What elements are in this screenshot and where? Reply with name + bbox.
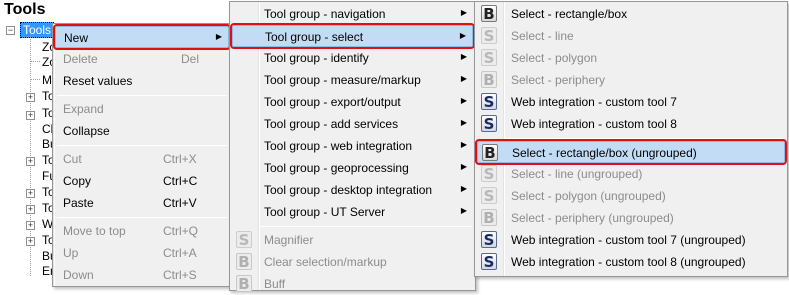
menu-item-web-integration-custom-tool-7-ungrouped[interactable]: S Web integration - custom tool 7 (ungro…: [477, 229, 785, 251]
tool-b-icon: B: [481, 209, 497, 227]
select-submenu: B Select - rectangle/box S Select - line…: [474, 1, 788, 277]
tool-s-icon: S: [481, 49, 497, 67]
menu-item-web-integration-custom-tool-8-ungrouped[interactable]: S Web integration - custom tool 8 (ungro…: [477, 251, 785, 273]
menu-item-reset-values[interactable]: Reset values: [55, 70, 229, 92]
menu-item-select-line-ungrouped[interactable]: S Select - line (ungrouped): [477, 163, 785, 185]
submenu-arrow-icon: ▶: [460, 140, 467, 149]
tool-b-icon: B: [481, 71, 497, 89]
submenu-arrow-icon: ▶: [460, 96, 467, 105]
tool-b-icon: B: [481, 5, 497, 23]
menu-item-collapse[interactable]: Collapse: [55, 120, 229, 142]
menu-separator: [505, 138, 783, 139]
menu-item-cut[interactable]: Cut Ctrl+X: [55, 148, 229, 170]
tree-root[interactable]: Tools: [20, 22, 55, 38]
menu-item-magnifier[interactable]: S Magnifier: [232, 229, 473, 251]
menu-item-tool-group-desktop-integration[interactable]: Tool group - desktop integration ▶: [232, 179, 473, 201]
menu-item-delete[interactable]: Delete Del: [55, 48, 229, 70]
menu-item-tool-group-add-services[interactable]: Tool group - add services ▶: [232, 113, 473, 135]
menu-item-tool-group-navigation[interactable]: Tool group - navigation ▶: [232, 3, 473, 25]
menu-item-select-polygon-ungrouped[interactable]: S Select - polygon (ungrouped): [477, 185, 785, 207]
menu-item-copy[interactable]: Copy Ctrl+C: [55, 170, 229, 192]
menu-item-down[interactable]: Down Ctrl+S: [55, 264, 229, 286]
new-submenu: Tool group - navigation ▶ Tool group - s…: [229, 1, 476, 293]
menu-item-tool-group-identify[interactable]: Tool group - identify ▶: [232, 47, 473, 69]
menu-item-move-to-top[interactable]: Move to top Ctrl+Q: [55, 220, 229, 242]
menu-item-select-rectangle-box-ungrouped[interactable]: B Select - rectangle/box (ungrouped): [475, 139, 787, 165]
menu-item-paste[interactable]: Paste Ctrl+V: [55, 192, 229, 214]
tool-b-icon: B: [236, 253, 252, 271]
tool-s-icon: S: [481, 187, 497, 205]
menu-item-tool-group-web-integration[interactable]: Tool group - web integration ▶: [232, 135, 473, 157]
panel-title: Tools: [4, 1, 46, 18]
menu-item-web-integration-custom-tool-7[interactable]: S Web integration - custom tool 7: [477, 91, 785, 113]
menu-item-select-periphery-ungrouped[interactable]: B Select - periphery (ungrouped): [477, 207, 785, 229]
tool-s-icon: S: [236, 231, 252, 249]
expand-icon[interactable]: +: [26, 237, 35, 246]
expand-icon[interactable]: +: [26, 157, 35, 166]
tool-s-icon: S: [481, 115, 497, 133]
submenu-arrow-icon: ▶: [460, 184, 467, 193]
menu-item-tool-group-geoprocessing[interactable]: Tool group - geoprocessing ▶: [232, 157, 473, 179]
menu-item-tool-group-measure-markup[interactable]: Tool group - measure/markup ▶: [232, 69, 473, 91]
menu-separator: [57, 95, 227, 96]
menu-item-up[interactable]: Up Ctrl+A: [55, 242, 229, 264]
menu-item-clear-selection-markup[interactable]: B Clear selection/markup: [232, 251, 473, 273]
expand-icon[interactable]: +: [26, 111, 35, 120]
menu-item-new[interactable]: New ▶: [53, 24, 231, 50]
menu-item-buff[interactable]: B Buff: [232, 273, 473, 295]
menu-item-select-periphery[interactable]: B Select - periphery: [477, 69, 785, 91]
tool-s-icon: S: [481, 165, 497, 183]
menu-separator: [57, 217, 227, 218]
menu-item-select-rectangle-box[interactable]: B Select - rectangle/box: [477, 3, 785, 25]
tool-s-icon: S: [481, 231, 497, 249]
tool-s-icon: S: [481, 93, 497, 111]
menu-item-expand[interactable]: Expand: [55, 98, 229, 120]
menu-item-tool-group-export-output[interactable]: Tool group - export/output ▶: [232, 91, 473, 113]
submenu-arrow-icon: ▶: [460, 162, 467, 171]
submenu-arrow-icon: ▶: [459, 31, 466, 40]
tool-b-icon: B: [482, 144, 498, 162]
menu-item-select-line[interactable]: S Select - line: [477, 25, 785, 47]
menu-item-tool-group-select[interactable]: Tool group - select ▶: [230, 23, 475, 49]
menu-separator: [57, 145, 227, 146]
tree-item[interactable]: M: [42, 73, 52, 87]
submenu-arrow-icon: ▶: [460, 118, 467, 127]
menu-item-web-integration-custom-tool-8[interactable]: S Web integration - custom tool 8: [477, 113, 785, 135]
expand-icon[interactable]: +: [26, 189, 35, 198]
menu-item-select-polygon[interactable]: S Select - polygon: [477, 47, 785, 69]
menu-separator: [260, 226, 472, 227]
tool-s-icon: S: [481, 253, 497, 271]
submenu-arrow-icon: ▶: [460, 8, 467, 17]
expand-icon[interactable]: +: [26, 205, 35, 214]
tool-s-icon: S: [481, 27, 497, 45]
collapse-root-icon[interactable]: −: [6, 26, 15, 35]
tool-b-icon: B: [236, 275, 252, 293]
submenu-arrow-icon: ▶: [460, 74, 467, 83]
expand-icon[interactable]: +: [26, 93, 35, 102]
submenu-arrow-icon: ▶: [215, 32, 222, 41]
submenu-arrow-icon: ▶: [460, 206, 467, 215]
expand-icon[interactable]: +: [26, 221, 35, 230]
submenu-arrow-icon: ▶: [460, 52, 467, 61]
context-menu: New ▶ Delete Del Reset values Expand Col…: [52, 23, 232, 287]
menu-item-tool-group-ut-server[interactable]: Tool group - UT Server ▶: [232, 201, 473, 223]
